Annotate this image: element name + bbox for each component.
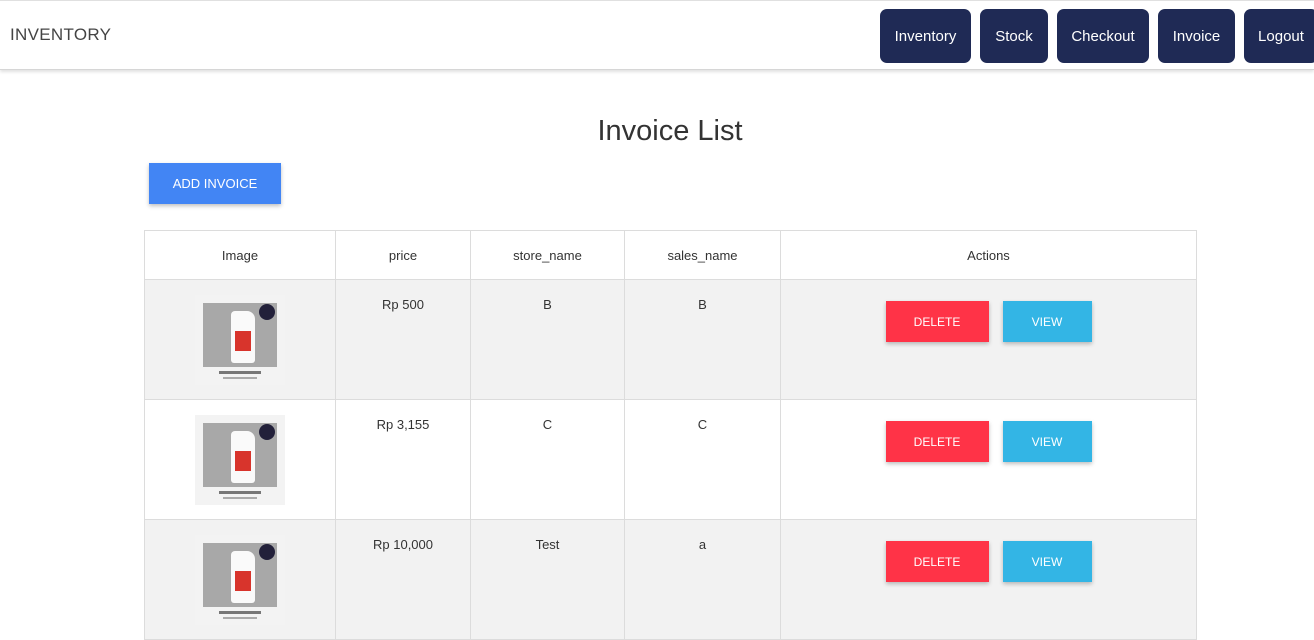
header-price: price	[335, 230, 471, 280]
header-sales-name: sales_name	[624, 230, 781, 280]
brand-title[interactable]: INVENTORY	[10, 25, 111, 45]
nav-buttons: Inventory Stock Checkout Invoice Logout	[880, 9, 1314, 63]
store-name-cell: B	[470, 279, 625, 400]
nav-invoice-button[interactable]: Invoice	[1158, 9, 1235, 63]
delete-button[interactable]: DELETE	[885, 421, 989, 462]
header-image: Image	[144, 230, 336, 280]
sales-name-cell: C	[624, 399, 781, 520]
header-actions: Actions	[780, 230, 1197, 280]
view-button[interactable]: VIEW	[1002, 541, 1092, 582]
delete-button[interactable]: DELETE	[885, 301, 989, 342]
view-button[interactable]: VIEW	[1002, 421, 1092, 462]
actions-cell: DELETE VIEW	[780, 399, 1197, 520]
nav-inventory-button[interactable]: Inventory	[880, 9, 971, 63]
delete-button[interactable]: DELETE	[885, 541, 989, 582]
page-title: Invoice List	[597, 115, 743, 147]
top-navbar: INVENTORY Inventory Stock Checkout Invoi…	[0, 0, 1314, 70]
price-cell: Rp 3,155	[335, 399, 471, 520]
store-name-cell: C	[470, 399, 625, 520]
table-row: Rp 3,155 C C DELETE VIEW	[144, 399, 1197, 520]
image-cell	[144, 399, 336, 520]
sales-name-cell: a	[624, 519, 781, 640]
image-cell	[144, 519, 336, 640]
table-header-row: Image price store_name sales_name Action…	[144, 230, 1197, 280]
actions-cell: DELETE VIEW	[780, 279, 1197, 400]
product-thumbnail	[195, 535, 285, 625]
price-cell: Rp 500	[335, 279, 471, 400]
view-button[interactable]: VIEW	[1002, 301, 1092, 342]
image-cell	[144, 279, 336, 400]
nav-logout-button[interactable]: Logout	[1244, 9, 1314, 63]
table-row: Rp 10,000 Test a DELETE VIEW	[144, 519, 1197, 640]
nav-checkout-button[interactable]: Checkout	[1057, 9, 1149, 63]
add-invoice-button[interactable]: ADD INVOICE	[149, 163, 281, 204]
table-row: Rp 500 B B DELETE VIEW	[144, 279, 1197, 400]
product-thumbnail	[195, 295, 285, 385]
invoice-table: Image price store_name sales_name Action…	[144, 230, 1197, 640]
nav-stock-button[interactable]: Stock	[980, 9, 1048, 63]
store-name-cell: Test	[470, 519, 625, 640]
sales-name-cell: B	[624, 279, 781, 400]
header-store-name: store_name	[470, 230, 625, 280]
product-thumbnail	[195, 415, 285, 505]
price-cell: Rp 10,000	[335, 519, 471, 640]
actions-cell: DELETE VIEW	[780, 519, 1197, 640]
